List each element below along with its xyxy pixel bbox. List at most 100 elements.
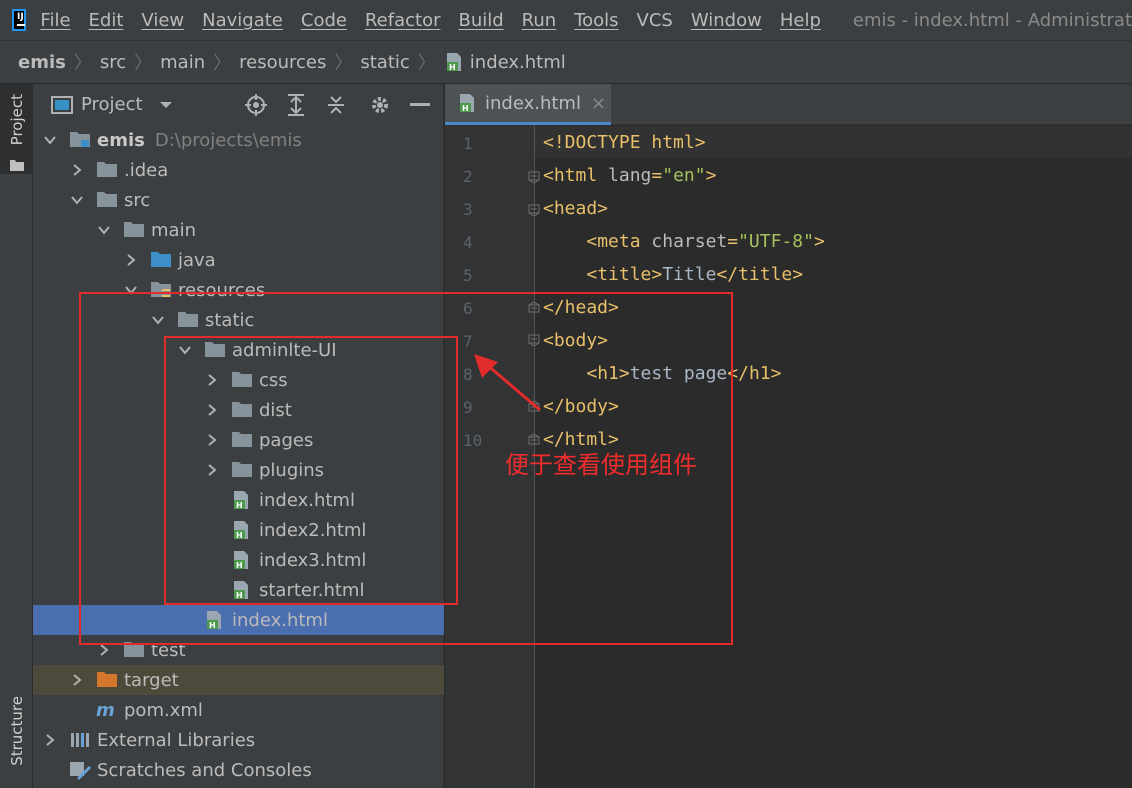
menu-refactor[interactable]: Refactor bbox=[365, 10, 441, 31]
menu-edit[interactable]: Edit bbox=[89, 10, 124, 31]
annotation-text: 便于查看使用组件 bbox=[505, 451, 697, 479]
tree-item-pom-xml[interactable]: m pom.xml bbox=[33, 695, 444, 725]
breadcrumb-item-src[interactable]: src bbox=[100, 52, 126, 73]
breadcrumb-item-main[interactable]: main bbox=[160, 52, 205, 73]
tree-item-label: src bbox=[124, 189, 151, 211]
tree-item-label: target bbox=[124, 669, 179, 691]
window-title: emis - index.html - Administrat bbox=[852, 9, 1132, 31]
breadcrumb-item-static[interactable]: static bbox=[360, 52, 409, 73]
hide-panel-icon[interactable] bbox=[409, 94, 431, 116]
fold-marker-icon[interactable] bbox=[528, 171, 540, 183]
code-line: <meta charset = "UTF-8" > bbox=[586, 231, 825, 252]
maven-icon: m bbox=[96, 700, 118, 721]
project-panel-header: Project bbox=[33, 84, 443, 125]
source-folder-icon bbox=[150, 250, 172, 270]
line-number: 1 bbox=[463, 134, 473, 153]
folder-icon bbox=[123, 220, 145, 240]
breadcrumb-item-resources[interactable]: resources bbox=[239, 52, 326, 73]
tree-item-main[interactable]: main bbox=[33, 215, 444, 245]
libraries-icon bbox=[69, 730, 91, 750]
tree-item-emis[interactable]: emis D:\projects\emis bbox=[33, 125, 444, 155]
line-number: 3 bbox=[463, 200, 473, 219]
tree-item-path: D:\projects\emis bbox=[154, 129, 302, 151]
intellij-logo-icon: IJ bbox=[12, 9, 27, 31]
chevron-down-icon[interactable] bbox=[43, 133, 57, 147]
tree-item-label: .idea bbox=[124, 159, 169, 181]
folder-icon bbox=[96, 190, 118, 210]
breadcrumb-separator: 〉 bbox=[134, 53, 153, 74]
close-icon[interactable]: × bbox=[591, 93, 606, 114]
breadcrumb-separator: 〉 bbox=[417, 53, 436, 74]
chevron-right-icon[interactable] bbox=[70, 163, 84, 177]
code-line: <html lang = "en" > bbox=[543, 165, 717, 186]
line-number: 4 bbox=[463, 233, 473, 252]
expand-all-icon[interactable] bbox=[285, 93, 307, 116]
svg-text:H: H bbox=[449, 63, 456, 72]
chevron-right-icon[interactable] bbox=[43, 733, 57, 747]
breadcrumb-separator: 〉 bbox=[334, 53, 353, 74]
menu-code[interactable]: Code bbox=[301, 10, 347, 31]
tree-item-label: pom.xml bbox=[124, 699, 203, 721]
menu-navigate[interactable]: Navigate bbox=[202, 10, 283, 31]
annotation-inner-box bbox=[164, 336, 458, 605]
line-number: 5 bbox=[463, 266, 473, 285]
project-tool-label: Project bbox=[8, 94, 26, 146]
annotation-arrow-icon bbox=[474, 354, 541, 412]
gear-icon[interactable] bbox=[369, 94, 391, 116]
chevron-right-icon[interactable] bbox=[124, 253, 138, 267]
menu-run[interactable]: Run bbox=[522, 10, 557, 31]
chevron-right-icon[interactable] bbox=[70, 673, 84, 687]
tree-item-scratches-and-consoles[interactable]: Scratches and Consoles bbox=[33, 755, 444, 785]
locate-file-icon[interactable] bbox=[245, 93, 267, 116]
tree-item-label: main bbox=[151, 219, 196, 241]
code-line: <title> Title </title> bbox=[586, 264, 804, 285]
folder-icon bbox=[10, 160, 24, 171]
module-folder-icon bbox=[69, 130, 91, 150]
menu-vcs[interactable]: VCS bbox=[637, 10, 673, 31]
breadcrumb: emis 〉 src 〉 main 〉 resources 〉 static 〉… bbox=[0, 40, 1132, 84]
tree-item-target[interactable]: target bbox=[33, 665, 444, 695]
tree-item-external-libraries[interactable]: External Libraries bbox=[33, 725, 444, 755]
tree-item-label: Scratches and Consoles bbox=[97, 759, 312, 781]
line-number: 2 bbox=[463, 167, 473, 186]
menu-window[interactable]: Window bbox=[691, 10, 762, 31]
html-file-icon: H bbox=[457, 93, 479, 113]
structure-tool-button[interactable]: Structure bbox=[8, 696, 26, 766]
menu-view[interactable]: View bbox=[141, 10, 184, 31]
code-line: <!DOCTYPE html > bbox=[543, 132, 706, 153]
svg-text:m: m bbox=[96, 700, 115, 720]
dropdown-arrow-icon[interactable] bbox=[159, 100, 173, 110]
project-panel-title[interactable]: Project bbox=[81, 94, 143, 115]
folder-icon bbox=[96, 160, 118, 180]
tree-item-src[interactable]: src bbox=[33, 185, 444, 215]
tab-label: index.html bbox=[485, 92, 581, 114]
editor-tab-bar: H index.html × bbox=[445, 84, 1132, 125]
menu-file[interactable]: File bbox=[40, 10, 70, 31]
tab-index-html[interactable]: H index.html × bbox=[445, 84, 611, 125]
chevron-down-icon[interactable] bbox=[97, 223, 111, 237]
fold-marker-icon[interactable] bbox=[528, 204, 540, 216]
tree-item-label: External Libraries bbox=[97, 729, 256, 751]
svg-text:H: H bbox=[462, 104, 469, 113]
breadcrumb-item-index-html[interactable]: index.html bbox=[470, 52, 566, 73]
html-file-icon: H bbox=[444, 52, 466, 72]
breadcrumb-item-emis[interactable]: emis bbox=[18, 52, 66, 73]
project-tool-button[interactable]: Project bbox=[0, 84, 33, 174]
tree-item-label: java bbox=[178, 249, 216, 271]
code-line: <head> bbox=[543, 198, 609, 219]
excluded-folder-icon bbox=[96, 670, 118, 690]
chevron-right-icon[interactable] bbox=[97, 643, 111, 657]
tree-item-java[interactable]: java bbox=[33, 245, 444, 275]
breadcrumb-separator: 〉 bbox=[73, 53, 92, 74]
project-view-icon bbox=[51, 95, 73, 114]
menu-bar: IJ File Edit View Navigate Code Refactor… bbox=[0, 0, 1132, 40]
breadcrumb-separator: 〉 bbox=[213, 53, 232, 74]
scratches-icon bbox=[69, 760, 91, 780]
menu-tools[interactable]: Tools bbox=[574, 10, 618, 31]
menu-help[interactable]: Help bbox=[780, 10, 821, 31]
tree-item--idea[interactable]: .idea bbox=[33, 155, 444, 185]
tree-item-label: emis bbox=[97, 129, 145, 151]
menu-build[interactable]: Build bbox=[458, 10, 503, 31]
chevron-down-icon[interactable] bbox=[70, 193, 84, 207]
collapse-all-icon[interactable] bbox=[325, 94, 347, 116]
